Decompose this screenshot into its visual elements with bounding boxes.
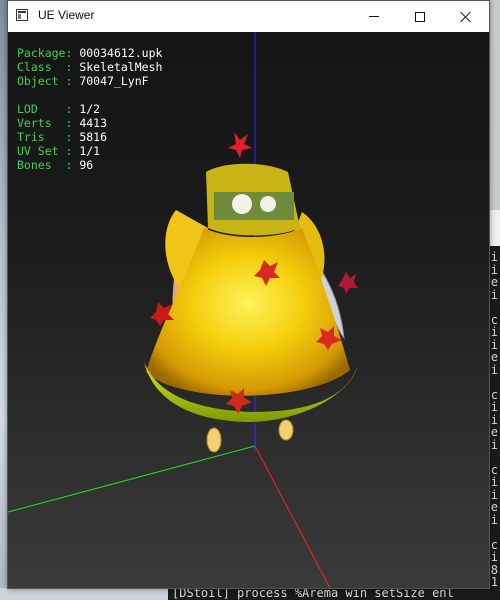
desktop-background-right [490, 210, 500, 250]
3d-viewport[interactable]: Package: 00034612.upk Class : SkeletalMe… [8, 32, 489, 588]
info-package: Package: 00034612.upk [17, 46, 163, 60]
title-bar[interactable]: UE Viewer [8, 1, 489, 32]
info-verts: Verts : 4413 [17, 116, 108, 130]
minimize-button[interactable] [351, 1, 397, 32]
axis-y-green [8, 445, 256, 513]
minimize-icon [369, 16, 379, 17]
axis-x-red [254, 445, 331, 588]
info-object: Object : 70047_LynF [17, 74, 149, 88]
mesh-info-overlay: Package: 00034612.upk Class : SkeletalMe… [17, 46, 162, 172]
maximize-button[interactable] [397, 1, 443, 32]
info-bones: Bones : 96 [17, 158, 94, 172]
info-uvset: UV Set : 1/1 [17, 144, 101, 158]
maximize-icon [415, 11, 425, 22]
close-button[interactable] [443, 1, 489, 32]
info-class: Class : SkeletalMesh [17, 60, 163, 74]
console-text-fragment: 1 [490, 575, 498, 589]
character-model [144, 132, 358, 453]
info-tris: Tris : 5816 [17, 130, 108, 144]
ue-viewer-window[interactable]: UE Viewer Package: 00034612.upk Class: … [7, 0, 490, 589]
info-lod: LOD : 1/2 [17, 102, 101, 116]
window-title: UE Viewer [38, 8, 95, 22]
close-icon [460, 11, 472, 23]
app-window-icon [16, 9, 28, 21]
